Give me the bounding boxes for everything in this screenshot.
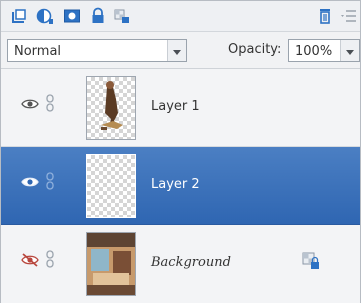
- figure-thumbnail-image: [101, 81, 123, 130]
- blend-mode-select[interactable]: Normal: [7, 39, 187, 62]
- lock-transparency-icon[interactable]: [113, 7, 131, 25]
- layer-name[interactable]: Layer 1: [151, 99, 200, 114]
- eye-icon[interactable]: [21, 175, 39, 189]
- layer-mask-icon[interactable]: [63, 7, 81, 25]
- opacity-value: 100%: [295, 44, 333, 59]
- blend-mode-value: Normal: [14, 44, 62, 59]
- chevron-down-icon: [167, 40, 186, 61]
- layer-row-layer-1[interactable]: Layer 1: [1, 69, 360, 147]
- layer-thumbnail: [86, 76, 136, 140]
- lock-background-icon[interactable]: [301, 251, 321, 271]
- layer-row-background[interactable]: Background: [1, 225, 360, 303]
- eye-icon[interactable]: [21, 97, 39, 111]
- new-layer-icon[interactable]: [10, 7, 28, 25]
- link-icon[interactable]: [46, 94, 54, 112]
- layers-panel: Normal Opacity: 100% Layer 1 Layer 2 Bac…: [0, 0, 361, 303]
- opacity-label: Opacity:: [228, 42, 282, 57]
- chevron-down-icon: [340, 40, 359, 61]
- layer-row-layer-2[interactable]: Layer 2: [1, 147, 360, 225]
- scene-thumbnail-image: [87, 233, 135, 295]
- layer-thumbnail: [86, 232, 136, 296]
- layer-thumbnail: [86, 154, 136, 218]
- opacity-field[interactable]: 100%: [288, 39, 360, 62]
- layer-name[interactable]: Background: [151, 255, 231, 270]
- layer-name[interactable]: Layer 2: [151, 177, 200, 192]
- panel-menu-icon[interactable]: [340, 7, 358, 25]
- adjustment-layer-icon[interactable]: [36, 7, 54, 25]
- lock-icon[interactable]: [89, 7, 107, 25]
- trash-icon[interactable]: [316, 7, 334, 25]
- link-icon[interactable]: [46, 172, 54, 190]
- link-icon[interactable]: [46, 250, 54, 268]
- layers-toolbar: [1, 1, 360, 32]
- eye-hidden-icon[interactable]: [21, 253, 39, 267]
